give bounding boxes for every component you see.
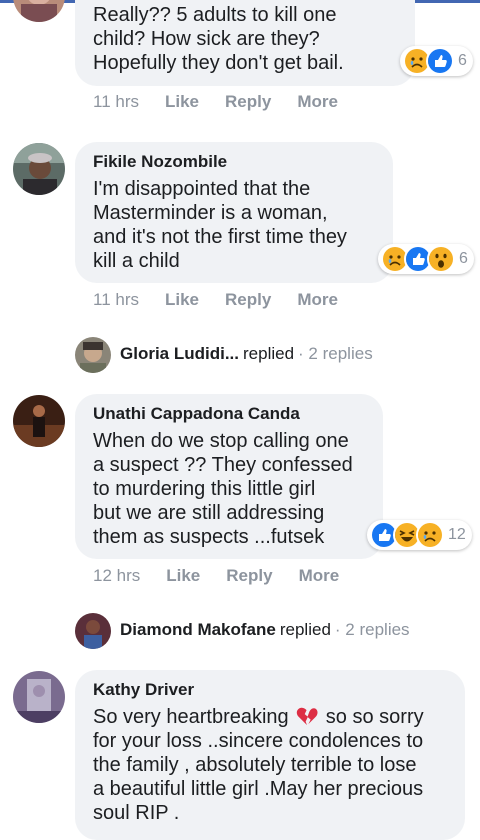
comment-text-line: When do we stop calling one bbox=[93, 430, 349, 452]
avatar[interactable] bbox=[13, 143, 65, 195]
comment-actions: 12 hrs Like Reply More bbox=[93, 566, 365, 586]
comment-text-line: kill a child bbox=[93, 250, 180, 272]
comment-text-line: Really?? 5 adults to kill one bbox=[93, 4, 337, 26]
reaction-summary[interactable]: 6 bbox=[400, 46, 473, 76]
wow-reaction-icon bbox=[427, 245, 455, 273]
avatar[interactable] bbox=[75, 337, 111, 373]
comment-text-line: the family , absolutely terrible to lose bbox=[93, 754, 417, 776]
like-button[interactable]: Like bbox=[165, 290, 199, 309]
comment-text-line: them as suspects ...futsek bbox=[93, 526, 325, 548]
reaction-count: 6 bbox=[458, 52, 467, 69]
sad-reaction-icon bbox=[416, 521, 444, 549]
commenter-name[interactable]: Kathy Driver bbox=[93, 680, 194, 700]
timestamp: 12 hrs bbox=[93, 566, 141, 585]
replier-name: Gloria Ludidi... bbox=[120, 344, 239, 363]
reply-button[interactable]: Reply bbox=[226, 566, 272, 585]
avatar[interactable] bbox=[13, 395, 65, 447]
avatar[interactable] bbox=[75, 613, 111, 649]
more-button[interactable]: More bbox=[299, 566, 340, 585]
replier-name: Diamond Makofane bbox=[120, 620, 276, 639]
comment-bubble[interactable]: Fikile Nozombile I'm disappointed that t… bbox=[75, 142, 393, 283]
avatar[interactable] bbox=[13, 671, 65, 723]
comment-actions: 11 hrs Like Reply More bbox=[93, 92, 364, 112]
comment-text-line: but we are still addressing bbox=[93, 502, 325, 524]
reply-button[interactable]: Reply bbox=[225, 92, 271, 111]
commenter-name[interactable]: Unathi Cappadona Canda bbox=[93, 404, 300, 424]
comment-text-fragment: so so sorry bbox=[325, 706, 424, 728]
like-button[interactable]: Like bbox=[165, 92, 199, 111]
avatar[interactable] bbox=[13, 0, 65, 22]
comment-text-line: Masterminder is a woman, bbox=[93, 202, 328, 224]
reaction-count: 6 bbox=[459, 250, 468, 267]
view-replies-link[interactable]: Gloria Ludidi... replied · 2 replies bbox=[120, 344, 373, 364]
comment-text-line: for your loss ..sincere condolences to bbox=[93, 730, 424, 752]
reply-button[interactable]: Reply bbox=[225, 290, 271, 309]
comment-bubble[interactable]: Really?? 5 adults to kill one child? How… bbox=[75, 0, 415, 86]
reply-count: · 2 replies bbox=[298, 344, 373, 363]
comment-text-line: child? How sick are they? bbox=[93, 28, 320, 50]
like-button[interactable]: Like bbox=[166, 566, 200, 585]
comment-text-line: a suspect ?? They confessed bbox=[93, 454, 353, 476]
comment-text-line: a beautiful little girl .May her preciou… bbox=[93, 778, 424, 800]
comment-text-line: to murdering this little girl bbox=[93, 478, 316, 500]
timestamp: 11 hrs bbox=[93, 290, 139, 309]
comment-actions: 11 hrs Like Reply More bbox=[93, 290, 364, 310]
timestamp: 11 hrs bbox=[93, 92, 139, 111]
comment-bubble[interactable]: Kathy Driver So very heartbreaking so so… bbox=[75, 670, 465, 840]
broken-heart-icon bbox=[296, 706, 318, 726]
view-replies-link[interactable]: Diamond Makofane replied · 2 replies bbox=[120, 620, 410, 640]
comment-text-fragment: So very heartbreaking bbox=[93, 706, 289, 728]
comment-text-line: Hopefully they don't get bail. bbox=[93, 52, 344, 74]
reply-count: · 2 replies bbox=[334, 620, 410, 639]
replied-label: replied bbox=[243, 344, 295, 363]
replied-label: replied bbox=[279, 620, 331, 639]
reaction-summary[interactable]: 6 bbox=[378, 244, 474, 274]
comment-text-line: soul RIP . bbox=[93, 802, 180, 824]
comment-text-line: So very heartbreaking so so sorry bbox=[93, 705, 424, 729]
reaction-count: 12 bbox=[448, 526, 466, 543]
more-button[interactable]: More bbox=[297, 290, 338, 309]
reaction-summary[interactable]: 12 bbox=[367, 520, 472, 550]
comment-bubble[interactable]: Unathi Cappadona Canda When do we stop c… bbox=[75, 394, 383, 559]
more-button[interactable]: More bbox=[297, 92, 338, 111]
like-reaction-icon bbox=[426, 47, 454, 75]
comment-text-line: I'm disappointed that the bbox=[93, 178, 311, 200]
commenter-name[interactable]: Fikile Nozombile bbox=[93, 152, 227, 172]
comment-text-line: and it's not the first time they bbox=[93, 226, 347, 248]
